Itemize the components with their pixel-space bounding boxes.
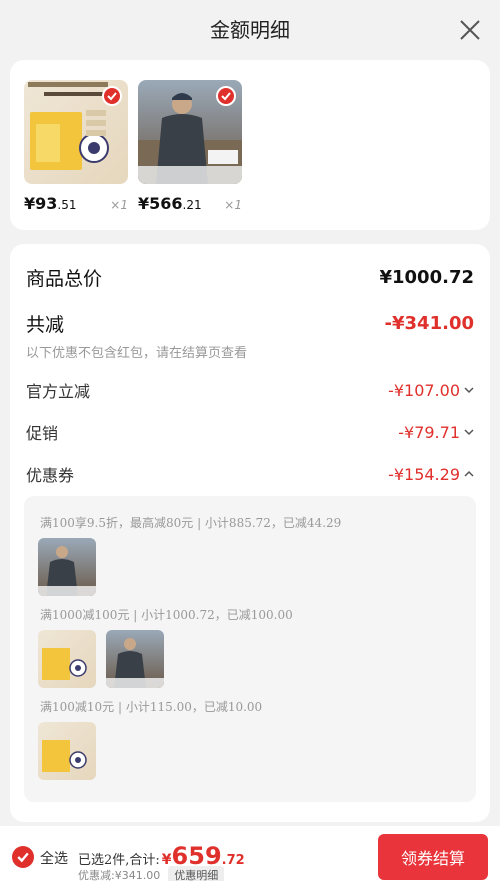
total-price-value: ¥1000.72: [379, 267, 474, 288]
promotion-row[interactable]: 促销 -¥79.71: [26, 420, 474, 444]
products-card: ¥93.51 ×1 ¥566.21 ×1: [10, 60, 490, 230]
product-image: [24, 80, 128, 184]
selected-check-icon[interactable]: [102, 86, 122, 106]
coupon-label: 优惠券: [26, 466, 75, 485]
product-image: [138, 80, 242, 184]
chevron-down-icon[interactable]: [464, 427, 474, 437]
product-quantity: ×1: [110, 198, 128, 212]
select-all-label[interactable]: 全选: [40, 848, 68, 868]
product-price: ¥566.21: [138, 194, 202, 213]
coupon-line: 满100享9.5折，最高减80元 | 小计885.72，已减44.29: [40, 516, 342, 530]
page-title: 金额明细: [210, 18, 290, 42]
reduction-note: 以下优惠不包含红包，请在结算页查看: [26, 346, 248, 361]
product-item[interactable]: ¥93.51 ×1: [24, 80, 128, 213]
checkout-bar: 全选 已选2件,合计: ¥ 659 .72 优惠减:¥341.00 优惠明细 领…: [0, 826, 500, 881]
coupon-product-image: [38, 630, 96, 688]
amount-decimal: .72: [221, 853, 245, 868]
discount-summary: 优惠减:¥341.00 优惠明细: [78, 866, 225, 881]
price-details-card: 商品总价 ¥1000.72 共减 -¥341.00 以下优惠不包含红包，请在结算…: [10, 244, 490, 822]
coupon-product-image: [38, 722, 96, 780]
coupon-value: -¥154.29: [388, 465, 474, 484]
total-price-label: 商品总价: [26, 268, 103, 290]
chevron-down-icon[interactable]: [464, 385, 474, 395]
coupon-row[interactable]: 优惠券 -¥154.29: [26, 462, 474, 486]
coupon-line: 满1000减100元 | 小计1000.72，已减100.00: [40, 608, 293, 622]
checkout-button[interactable]: 领券结算: [378, 834, 488, 880]
discount-text: 优惠减:¥341.00: [78, 869, 161, 881]
total-reduction-label: 共减: [26, 314, 65, 336]
coupon-details: 满100享9.5折，最高减80元 | 小计885.72，已减44.29 满100…: [24, 496, 476, 802]
product-quantity: ×1: [224, 198, 242, 212]
promotion-label: 促销: [26, 424, 59, 443]
official-discount-value: -¥107.00: [388, 381, 474, 400]
total-reduction-row: 共减 -¥341.00: [26, 310, 474, 337]
total-reduction-value: -¥341.00: [384, 313, 474, 334]
coupon-product-image: [38, 538, 96, 596]
selected-check-icon[interactable]: [216, 86, 236, 106]
promotion-value: -¥79.71: [398, 423, 474, 442]
discount-detail-button[interactable]: 优惠明细: [168, 866, 225, 881]
total-price-row: 商品总价 ¥1000.72: [26, 264, 474, 291]
chevron-up-icon[interactable]: [464, 469, 474, 479]
coupon-product-image: [106, 630, 164, 688]
official-discount-row[interactable]: 官方立减 -¥107.00: [26, 378, 474, 402]
product-price: ¥93.51: [24, 194, 77, 213]
product-item[interactable]: ¥566.21 ×1: [138, 80, 242, 213]
coupon-line: 满100减10元 | 小计115.00，已减10.00: [40, 700, 263, 714]
select-all-checkbox[interactable]: [12, 846, 34, 868]
close-icon[interactable]: [458, 18, 482, 42]
official-discount-label: 官方立减: [26, 382, 91, 401]
header: 金额明细: [0, 0, 500, 60]
